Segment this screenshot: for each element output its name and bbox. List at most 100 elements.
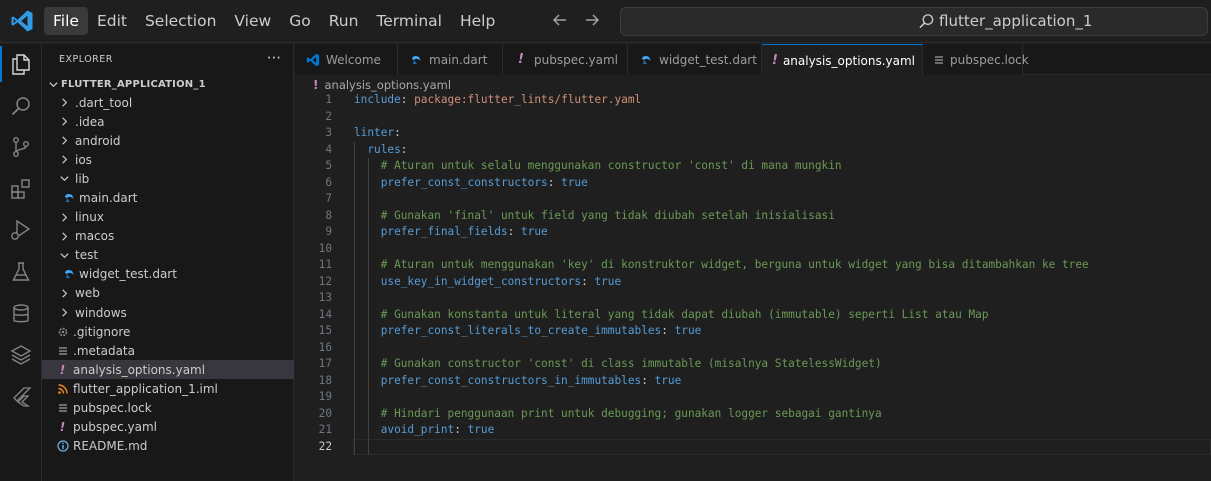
- tree-item[interactable]: flutter_application_1.iml: [42, 379, 294, 398]
- testing-activity[interactable]: [0, 252, 42, 292]
- line-text: prefer_const_constructors_in_immutables:…: [354, 373, 682, 390]
- tab-pubspec-lock[interactable]: pubspec.lock: [923, 44, 1029, 75]
- arrow-right-icon[interactable]: [582, 10, 602, 30]
- tree-item-label: flutter_application_1.iml: [73, 381, 218, 396]
- line-number: 5: [325, 159, 332, 172]
- tree-item[interactable]: linux: [42, 208, 294, 227]
- files-icon: [12, 54, 30, 75]
- tree-item[interactable]: test: [42, 246, 294, 265]
- breadcrumb-file: analysis_options.yaml: [324, 78, 452, 92]
- run-debug-icon: [11, 219, 31, 240]
- chevron-right-icon: [56, 305, 72, 321]
- run-debug-activity[interactable]: [0, 210, 42, 250]
- line-number: 17: [318, 357, 332, 370]
- tree-item[interactable]: ! pubspec.yaml: [42, 418, 294, 437]
- tab-label: pubspec.lock: [950, 52, 1029, 67]
- flutter-activity[interactable]: [0, 377, 42, 417]
- menu-run[interactable]: Run: [320, 7, 368, 35]
- search-activity[interactable]: [0, 86, 42, 126]
- token: # Hindari penggunaan print untuk debuggi…: [380, 406, 882, 420]
- arrow-left-icon[interactable]: [550, 10, 570, 30]
- tab-welcome[interactable]: Welcome: [295, 44, 398, 75]
- line-text: # Gunakan konstanta untuk literal yang t…: [354, 307, 989, 324]
- layers-activity[interactable]: [0, 335, 42, 375]
- code-line: 17 # Gunakan constructor 'const' di clas…: [295, 356, 1211, 373]
- menu-go[interactable]: Go: [280, 7, 320, 35]
- database-activity[interactable]: [0, 294, 42, 334]
- tree-item[interactable]: .idea: [42, 112, 294, 131]
- tree-item[interactable]: pubspec.lock: [42, 399, 294, 418]
- token: # Aturan untuk selalu menggunakan constr…: [380, 159, 842, 172]
- token: rules: [367, 142, 401, 156]
- token: include: [354, 93, 401, 106]
- token: :: [454, 423, 468, 436]
- dart-icon: [638, 52, 654, 68]
- menu-edit[interactable]: Edit: [88, 7, 136, 35]
- breadcrumb[interactable]: ! analysis_options.yaml: [313, 77, 451, 93]
- editor-tabs: Welcome main.dart! pubspec.yaml widget_test…: [295, 44, 1211, 76]
- tree-item-label: README.md: [73, 439, 148, 454]
- tree-item[interactable]: windows: [42, 303, 294, 322]
- tree-item[interactable]: widget_test.dart: [42, 265, 294, 284]
- line-number: 10: [318, 241, 332, 255]
- menu-help[interactable]: Help: [451, 7, 504, 35]
- tree-item[interactable]: lib: [42, 169, 294, 188]
- source-control-activity[interactable]: [0, 127, 42, 167]
- line-text: # Aturan untuk selalu menggunakan constr…: [354, 158, 842, 175]
- line-number: 9: [325, 225, 332, 238]
- dart-icon: [408, 52, 424, 68]
- info-icon: [55, 439, 70, 454]
- line-text: use_key_in_widget_constructors: true: [354, 274, 621, 291]
- line-number: 7: [325, 192, 332, 205]
- explorer-activity[interactable]: [0, 44, 42, 84]
- menu-file[interactable]: File: [44, 7, 88, 35]
- vscode-icon: [305, 52, 321, 68]
- tree-item[interactable]: ios: [42, 150, 294, 169]
- tree-item[interactable]: main.dart: [42, 188, 294, 207]
- tab-pubspec-yaml[interactable]: ! pubspec.yaml: [503, 44, 628, 75]
- line-text: prefer_const_constructors: true: [354, 175, 588, 192]
- command-center-search[interactable]: flutter_application_1: [620, 7, 1208, 36]
- line-number: 14: [318, 307, 332, 321]
- line-number: 22: [318, 439, 332, 453]
- line-number: 19: [318, 390, 332, 403]
- token: # Gunakan konstanta untuk literal yang t…: [380, 307, 989, 321]
- tree-item[interactable]: macos: [42, 227, 294, 246]
- tree-item-label: web: [75, 286, 100, 301]
- tree-item[interactable]: android: [42, 131, 294, 150]
- tree-item[interactable]: ! analysis_options.yaml: [42, 360, 294, 380]
- token: :: [547, 175, 562, 189]
- chevron-right-icon: [56, 114, 72, 130]
- more-actions-button[interactable]: ···: [267, 49, 281, 67]
- vscode-logo-icon[interactable]: [10, 9, 34, 33]
- code-line: 13: [295, 290, 1211, 307]
- layers-icon: [10, 345, 32, 365]
- tab-widget-test-dart[interactable]: widget_test.dart: [628, 44, 762, 75]
- workspace-root[interactable]: FLUTTER_APPLICATION_1: [42, 75, 294, 94]
- tree-item[interactable]: web: [42, 284, 294, 303]
- token: true: [654, 373, 682, 387]
- menu-terminal[interactable]: Terminal: [367, 7, 451, 35]
- token: true: [467, 423, 495, 436]
- tree-item[interactable]: README.md: [42, 437, 294, 456]
- exclamation-icon: !: [518, 52, 524, 67]
- line-number: 20: [318, 406, 332, 420]
- tree-item[interactable]: .gitignore: [42, 322, 294, 341]
- menu-selection[interactable]: Selection: [136, 7, 225, 35]
- menu-view[interactable]: View: [225, 7, 280, 35]
- extensions-activity[interactable]: [0, 169, 42, 209]
- file-tree: .dart_tool .idea android ios lib main.dart lin…: [42, 93, 294, 456]
- line-number: 15: [318, 324, 332, 337]
- tab-main-dart[interactable]: main.dart: [398, 44, 503, 75]
- code-editor[interactable]: 1 include: package:flutter_lints/flutter.…: [295, 92, 1211, 455]
- token: :: [641, 373, 655, 387]
- token: # Aturan untuk menggunakan 'key' di kons…: [380, 258, 1089, 271]
- tree-item[interactable]: .dart_tool: [42, 93, 294, 112]
- workspace-root-label: FLUTTER_APPLICATION_1: [61, 79, 206, 90]
- tab-analysis-options-yaml[interactable]: !analysis_options.yaml✕: [762, 44, 935, 76]
- current-line-highlight: [353, 438, 1211, 455]
- token: avoid_print: [380, 423, 455, 436]
- code-line: 9 prefer_final_fields: true: [295, 224, 1211, 241]
- tree-item[interactable]: .metadata: [42, 341, 294, 360]
